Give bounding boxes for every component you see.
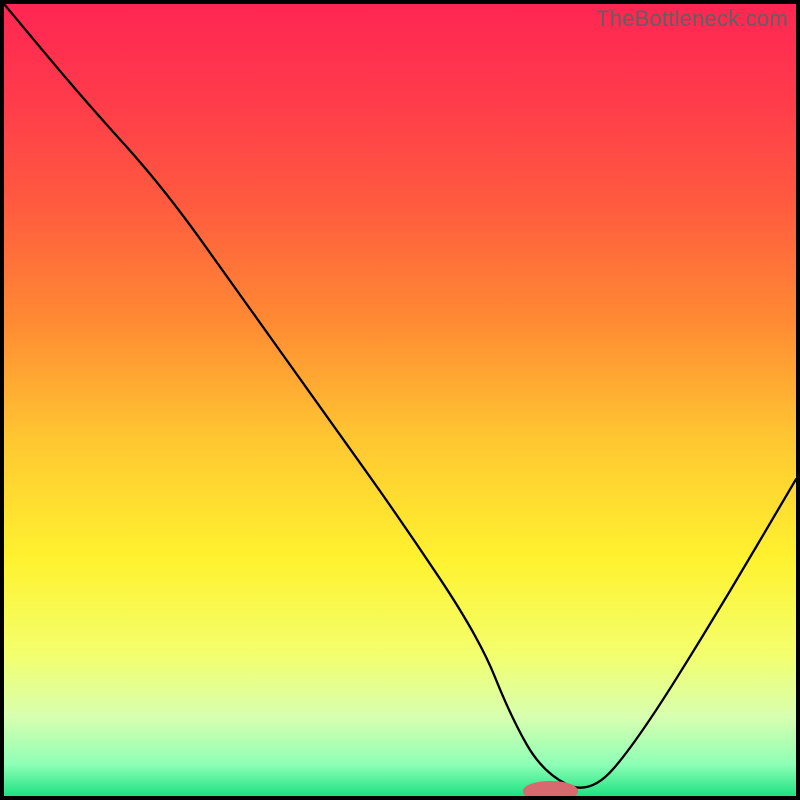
watermark: TheBottleneck.com (596, 6, 788, 32)
chart-frame: TheBottleneck.com (0, 0, 800, 800)
chart-svg (4, 4, 796, 796)
